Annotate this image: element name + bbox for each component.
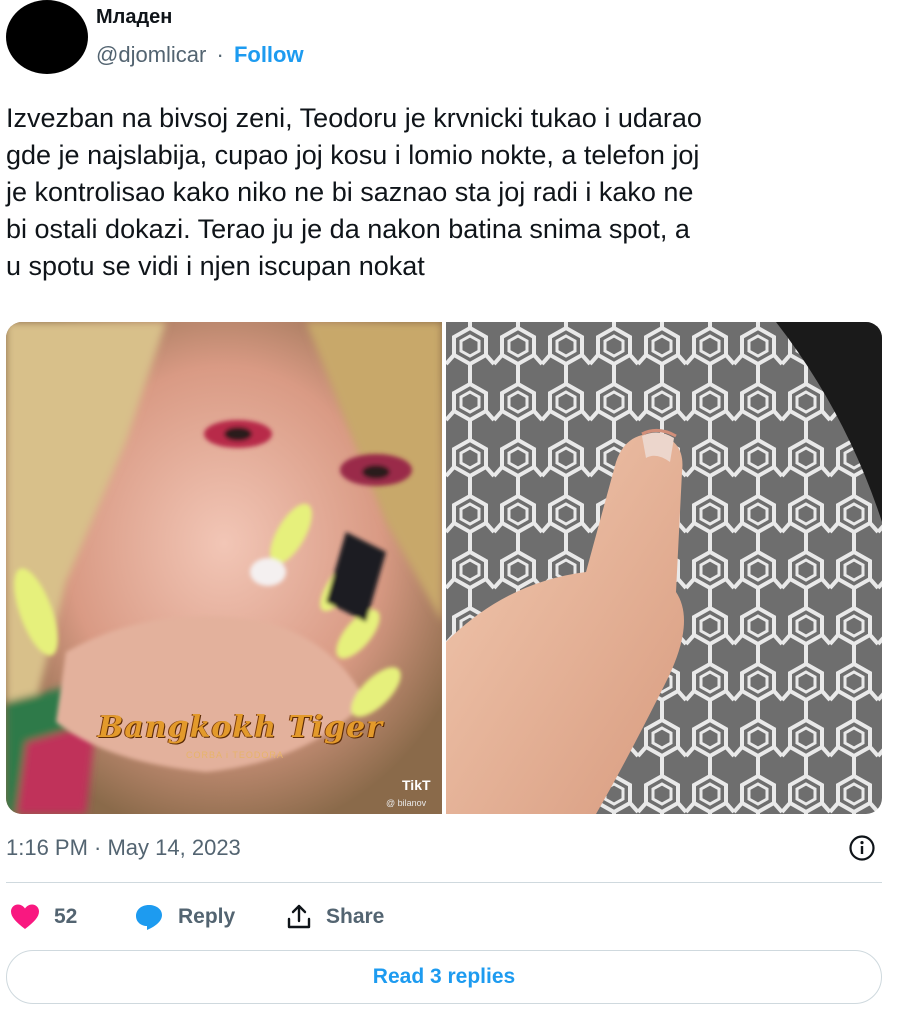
reply-button[interactable]: Reply: [134, 896, 235, 938]
video-title-overlay: Bangkokh Tiger: [98, 710, 384, 745]
tweet-header: Младен @djomlicar · Follow: [0, 0, 900, 90]
avatar[interactable]: [6, 0, 88, 74]
author-display-name[interactable]: Младен: [96, 6, 172, 29]
share-label: Share: [326, 905, 385, 928]
tweet-text-line: Izvezban na bivsoj zeni, Teodoru je krvn…: [6, 103, 702, 133]
media-image-right[interactable]: [446, 322, 882, 814]
tiktok-logo-label: TikT: [402, 777, 431, 793]
video-subtitle-overlay: CORBA i TEODORA: [186, 750, 284, 760]
tweet-timestamp[interactable]: 1:16 PM · May 14, 2023: [6, 835, 241, 861]
like-count: 52: [54, 905, 78, 928]
like-button[interactable]: 52: [10, 896, 77, 938]
share-icon: [287, 904, 311, 929]
tweet-text-line: je kontrolisao kako niko ne bi saznao st…: [6, 177, 694, 207]
read-replies-button[interactable]: Read 3 replies: [6, 950, 882, 1004]
info-icon[interactable]: [848, 834, 876, 862]
author-handle-row: @djomlicar · Follow: [96, 42, 304, 68]
tweet-media: Bangkokh Tiger CORBA i TEODORA TikT @ bi…: [6, 322, 882, 814]
divider: [6, 882, 882, 883]
media-image-left[interactable]: Bangkokh Tiger CORBA i TEODORA TikT @ bi…: [6, 322, 442, 814]
tweet-text-line: bi ostali dokazi. Terao ju je da nakon b…: [6, 214, 690, 244]
tweet-text-line: u spotu se vidi i njen iscupan nokat: [6, 251, 425, 281]
tiktok-watermark: @ bilanov: [386, 798, 427, 808]
separator-dot: ·: [216, 42, 224, 67]
heart-icon: [11, 904, 39, 929]
tweet-actions: 52 Reply Share: [6, 896, 882, 938]
reply-bubble-icon: [136, 905, 162, 930]
reply-label: Reply: [178, 905, 236, 928]
follow-button[interactable]: Follow: [234, 42, 304, 67]
share-button[interactable]: Share: [286, 896, 384, 938]
finger-photo: [446, 322, 882, 814]
author-handle[interactable]: @djomlicar: [96, 42, 206, 67]
tweet-text-line: gde je najslabija, cupao joj kosu i lomi…: [6, 140, 700, 170]
tweet-text: Izvezban na bivsoj zeni, Teodoru je krvn…: [6, 100, 886, 285]
